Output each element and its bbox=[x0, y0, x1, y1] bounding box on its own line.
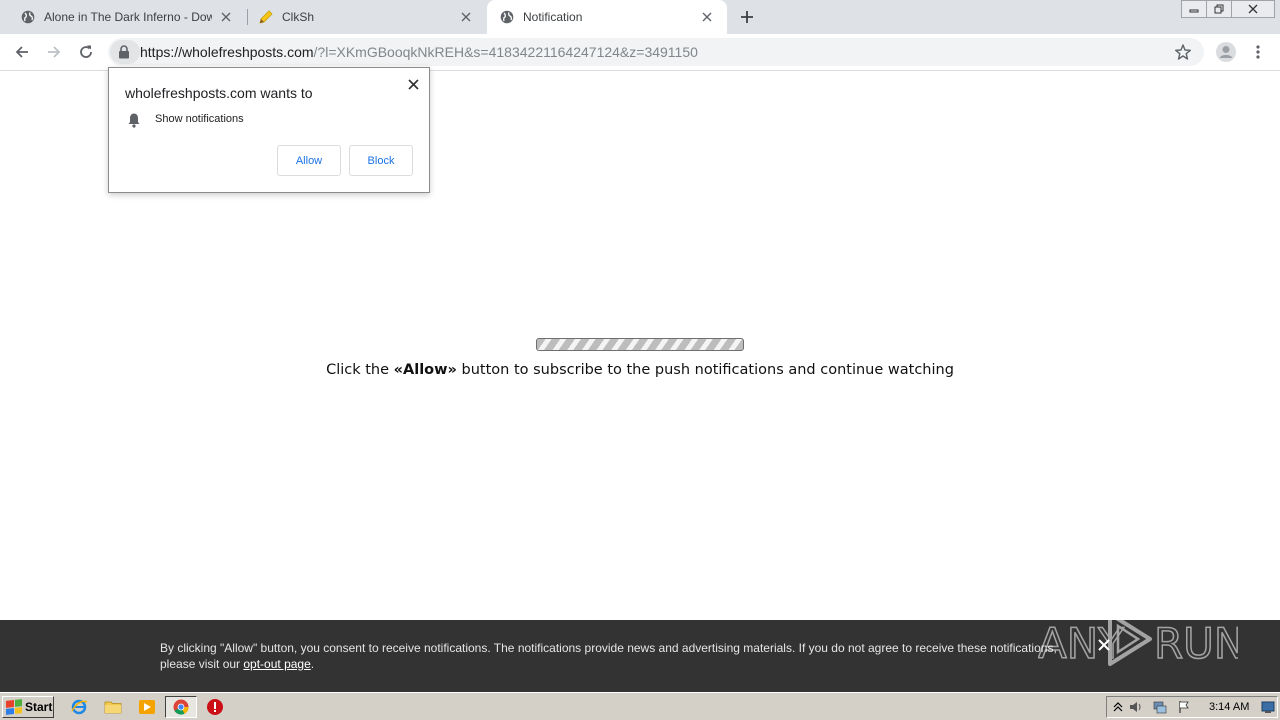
internet-explorer-icon[interactable] bbox=[70, 698, 88, 716]
bookmark-star-icon[interactable] bbox=[1174, 43, 1192, 61]
url-host: https://wholefreshposts.com bbox=[140, 44, 314, 60]
close-icon[interactable] bbox=[458, 9, 474, 25]
url-text: https://wholefreshposts.com/?l=XKmGBooqk… bbox=[140, 44, 698, 60]
minimize-button[interactable] bbox=[1181, 0, 1207, 18]
watermark-any: ANY bbox=[1038, 619, 1124, 668]
clock[interactable]: 3:14 AM bbox=[1209, 701, 1249, 713]
opera-stop-icon[interactable] bbox=[206, 698, 224, 716]
instruction-before: Click the bbox=[326, 362, 394, 378]
forward-arrow-icon bbox=[48, 46, 61, 58]
tab-title: Alone in The Dark Inferno - Downloa bbox=[44, 10, 212, 24]
show-desktop-icon[interactable] bbox=[1261, 700, 1275, 714]
restore-icon bbox=[1214, 4, 1224, 14]
instruction-allow-emphasis: «Allow» bbox=[393, 362, 457, 378]
system-tray: 3:14 AM bbox=[1106, 696, 1278, 718]
minimize-icon bbox=[1189, 9, 1199, 13]
url-path: /?l=XKmGBooqkNkREH&s=41834221164247124&z… bbox=[313, 44, 698, 60]
permission-item-label: Show notifications bbox=[155, 113, 244, 125]
close-icon[interactable] bbox=[699, 9, 715, 25]
bell-icon bbox=[127, 112, 141, 128]
pencil-icon bbox=[258, 9, 274, 25]
new-tab-button[interactable] bbox=[736, 6, 758, 28]
window-controls bbox=[1181, 0, 1275, 18]
windows-logo-icon bbox=[6, 699, 22, 715]
close-icon[interactable] bbox=[405, 76, 421, 92]
menu-button[interactable] bbox=[1246, 40, 1270, 64]
back-arrow-icon bbox=[15, 46, 28, 58]
file-explorer-icon[interactable] bbox=[104, 698, 122, 716]
restore-button[interactable] bbox=[1206, 0, 1232, 18]
address-bar[interactable]: https://wholefreshposts.com/?l=XKmGBooqk… bbox=[108, 38, 1204, 66]
globe-icon bbox=[499, 9, 515, 25]
anyrun-watermark: ANY RUN bbox=[1037, 602, 1246, 672]
watermark-run: RUN bbox=[1154, 619, 1238, 668]
tray-expand-icon[interactable] bbox=[1111, 700, 1125, 714]
profile-avatar-button[interactable] bbox=[1214, 40, 1238, 64]
browser-toolbar: https://wholefreshposts.com/?l=XKmGBooqk… bbox=[0, 34, 1280, 71]
plus-icon bbox=[741, 11, 753, 23]
chrome-icon bbox=[173, 699, 189, 715]
forward-button[interactable] bbox=[42, 40, 66, 64]
allow-instruction-text: Click the «Allow» button to subscribe to… bbox=[0, 362, 1280, 378]
globe-icon bbox=[20, 9, 36, 25]
more-vert-icon bbox=[1256, 45, 1260, 59]
taskbar-chrome-button[interactable] bbox=[165, 696, 197, 718]
consent-end: . bbox=[310, 657, 315, 671]
tab-notification[interactable]: Notification bbox=[487, 0, 727, 34]
close-icon bbox=[1248, 4, 1258, 14]
tab-strip: Alone in The Dark Inferno - Downloa ClkS… bbox=[0, 0, 1280, 34]
tab-clksh[interactable]: ClkSh bbox=[248, 0, 486, 34]
tab-title: Notification bbox=[523, 10, 583, 24]
back-button[interactable] bbox=[10, 40, 34, 64]
permission-title: wholefreshposts.com wants to bbox=[125, 85, 313, 101]
start-button[interactable]: Start bbox=[2, 696, 54, 718]
close-icon[interactable] bbox=[218, 9, 234, 25]
notification-permission-dialog: wholefreshposts.com wants to Show notifi… bbox=[108, 67, 430, 193]
media-player-icon[interactable] bbox=[138, 698, 156, 716]
network-icon[interactable] bbox=[1153, 700, 1167, 714]
action-center-flag-icon[interactable] bbox=[1177, 700, 1191, 714]
tab-alone-in-the-dark[interactable]: Alone in The Dark Inferno - Downloa bbox=[0, 0, 246, 34]
consent-text: By clicking "Allow" button, you consent … bbox=[160, 640, 1080, 672]
reload-button[interactable] bbox=[74, 40, 98, 64]
tab-title: ClkSh bbox=[282, 10, 315, 24]
opt-out-link[interactable]: opt-out page bbox=[243, 657, 310, 671]
close-window-button[interactable] bbox=[1231, 0, 1275, 18]
reload-icon bbox=[80, 45, 92, 58]
windows-taskbar: Start 3:14 AM bbox=[0, 692, 1280, 720]
avatar-icon bbox=[1216, 42, 1236, 62]
loading-progress-bar bbox=[536, 338, 744, 351]
lock-icon bbox=[116, 44, 132, 60]
instruction-after: button to subscribe to the push notifica… bbox=[456, 362, 954, 378]
volume-icon[interactable] bbox=[1129, 700, 1143, 714]
allow-button[interactable]: Allow bbox=[277, 145, 341, 176]
block-button[interactable]: Block bbox=[349, 145, 413, 176]
start-label: Start bbox=[25, 700, 53, 714]
